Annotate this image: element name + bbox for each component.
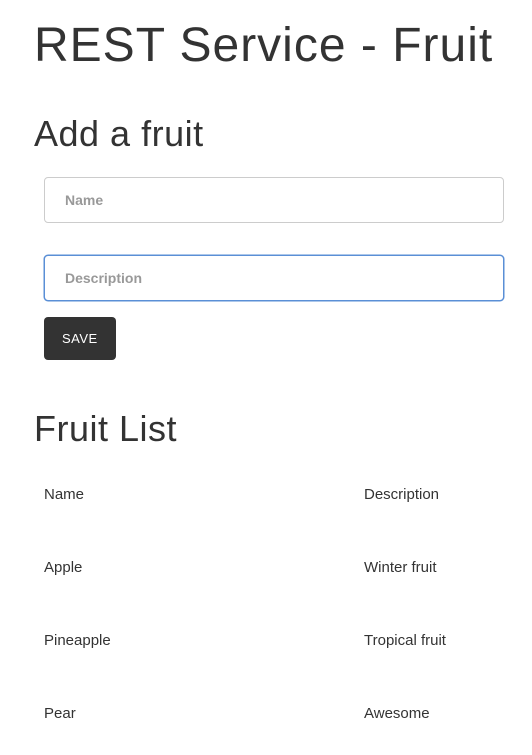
add-fruit-heading: Add a fruit <box>34 113 532 155</box>
header-description: Description <box>364 486 504 503</box>
table-row: Apple Winter fruit <box>44 543 504 592</box>
cell-name: Pear <box>44 705 364 722</box>
name-input[interactable] <box>44 177 504 223</box>
fruit-list-heading: Fruit List <box>34 408 532 450</box>
cell-name: Pineapple <box>44 632 364 649</box>
table-row: Pineapple Tropical fruit <box>44 616 504 665</box>
add-fruit-form: SAVE <box>44 177 504 360</box>
table-row: Pear Awesome <box>44 689 504 738</box>
cell-description: Awesome <box>364 705 504 722</box>
fruit-table: Name Description Apple Winter fruit Pine… <box>44 470 504 738</box>
cell-name: Apple <box>44 559 364 576</box>
description-input[interactable] <box>44 255 504 301</box>
page-title: REST Service - Fruit <box>34 18 532 73</box>
table-header-row: Name Description <box>44 470 504 519</box>
save-button[interactable]: SAVE <box>44 317 116 360</box>
cell-description: Tropical fruit <box>364 632 504 649</box>
header-name: Name <box>44 486 364 503</box>
cell-description: Winter fruit <box>364 559 504 576</box>
